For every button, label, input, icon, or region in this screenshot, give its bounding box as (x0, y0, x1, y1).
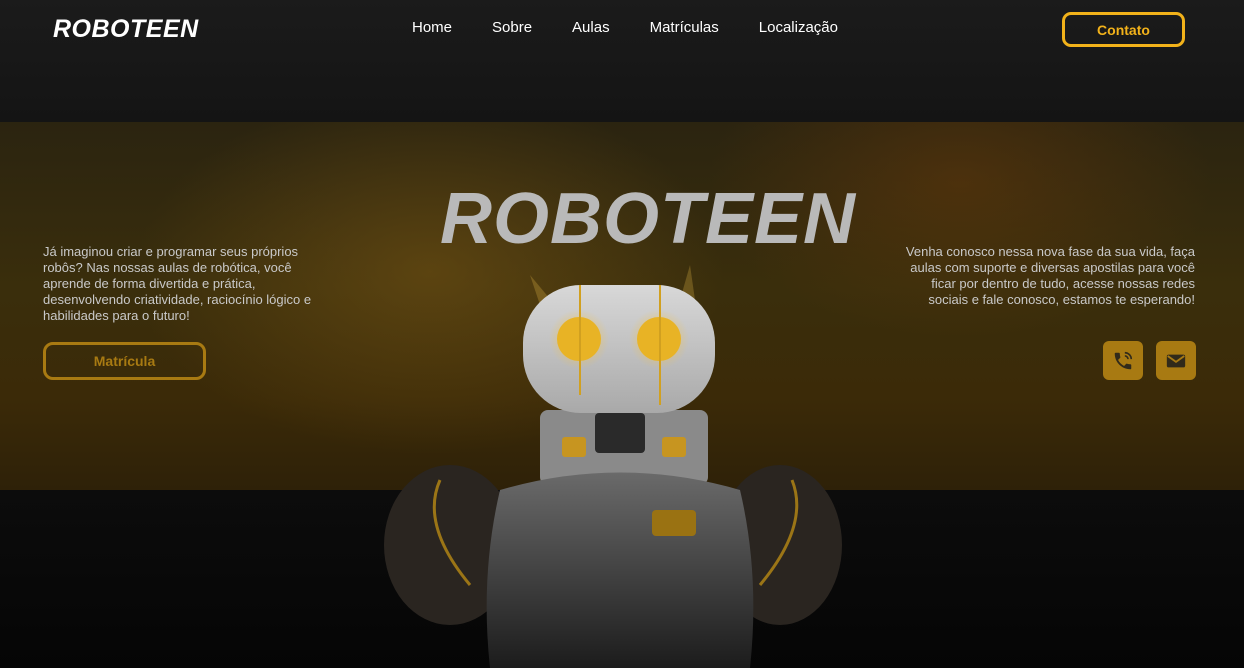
nav-sobre[interactable]: Sobre (492, 19, 532, 36)
nav-aulas[interactable]: Aulas (572, 19, 610, 36)
hero-right-text: Venha conosco nessa nova fase da sua vid… (905, 244, 1195, 307)
robot-illustration (384, 265, 842, 668)
hero-title: ROBOTEEN (440, 179, 857, 259)
enroll-button[interactable]: Matrícula (43, 342, 206, 380)
nav-matriculas[interactable]: Matrículas (650, 19, 719, 36)
contact-button[interactable]: Contato (1062, 12, 1185, 47)
phone-icon (1114, 351, 1133, 369)
hero-left-text: Já imaginou criar e programar seus própr… (43, 244, 312, 323)
nav-home[interactable]: Home (412, 19, 452, 36)
mail-icon (1166, 354, 1186, 367)
nav-localizacao[interactable]: Localização (759, 19, 838, 36)
mail-button[interactable] (1156, 341, 1196, 380)
phone-button[interactable] (1103, 341, 1143, 380)
site-logo[interactable]: ROBOTEEN (53, 15, 199, 44)
main-nav: Home Sobre Aulas Matrículas Localização (412, 19, 838, 36)
